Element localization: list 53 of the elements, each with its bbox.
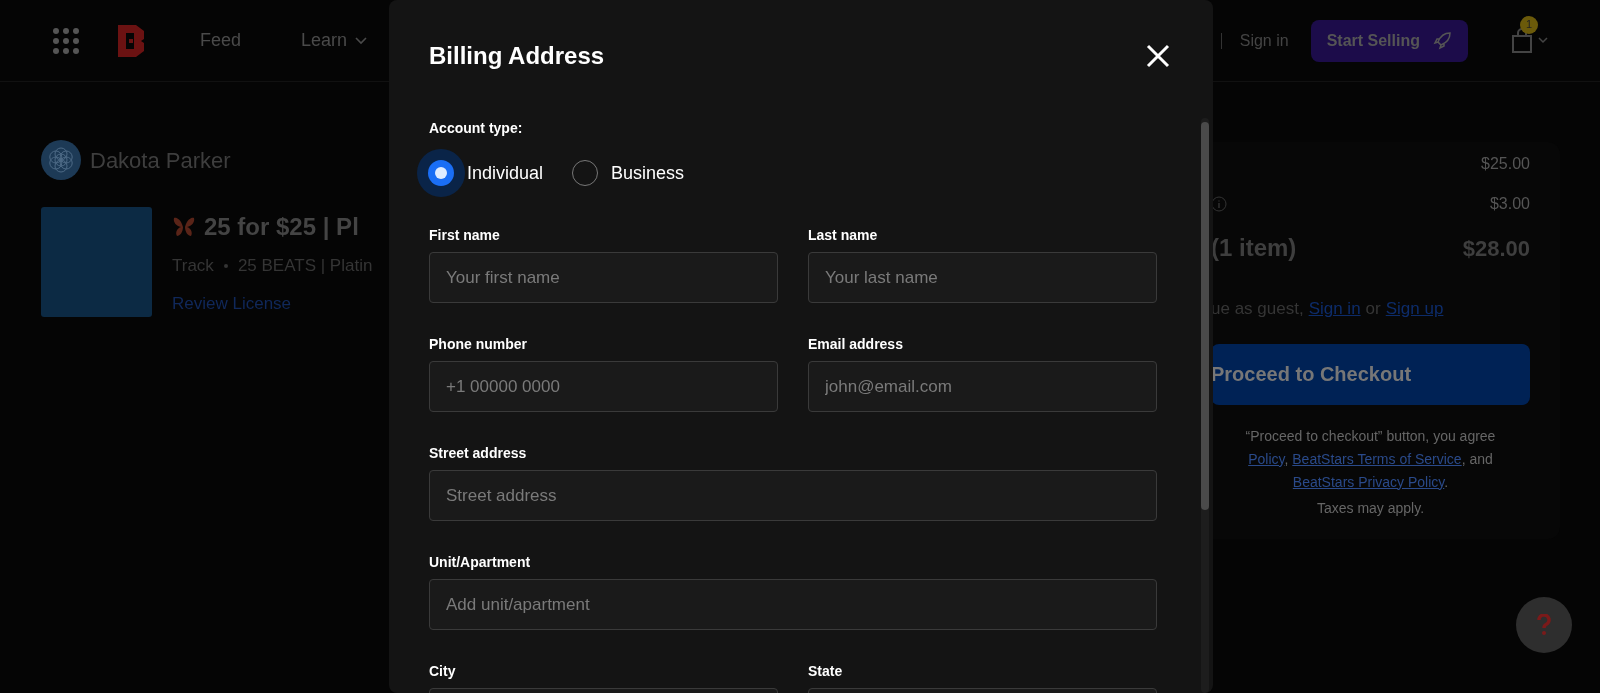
butterfly-icon <box>172 215 196 239</box>
field-label: Unit/Apartment <box>429 554 532 571</box>
nav-link[interactable]: Feed <box>200 27 242 54</box>
radio-button[interactable] <box>428 160 454 186</box>
field-label: Email address <box>808 336 904 353</box>
cart-button[interactable] <box>1510 27 1548 54</box>
avatar-icon <box>41 140 81 180</box>
start-selling-button[interactable]: Start Selling <box>1310 19 1468 62</box>
input-field[interactable]: +1 00000 0000 <box>429 361 778 412</box>
close-button[interactable] <box>1145 43 1171 69</box>
cart-count-badge: 1 <box>1520 15 1538 34</box>
grid-menu-icon[interactable] <box>52 26 80 55</box>
shopping-bag-icon <box>1510 27 1534 54</box>
legal-link[interactable]: Policy <box>1248 450 1285 467</box>
sign-in-link[interactable]: Sign in <box>1239 28 1289 53</box>
field-label: Phone number <box>429 336 528 353</box>
account-type-label: Account type: <box>429 119 524 138</box>
scrollbar-thumb[interactable] <box>1201 122 1209 510</box>
field-label: First name <box>429 227 501 244</box>
close-icon <box>1145 43 1171 69</box>
taxes-note: Taxes may apply. <box>1315 498 1426 518</box>
chevron-down-icon <box>355 36 368 45</box>
logo-icon[interactable] <box>118 24 144 57</box>
sign-up-link[interactable]: Sign up <box>1385 296 1444 322</box>
legal-text: “Proceed to checkout” button, you agree <box>1245 426 1496 446</box>
field-label: City <box>429 663 457 680</box>
input-field[interactable]: Your first name <box>429 252 778 303</box>
chevron-down-icon <box>1538 37 1548 44</box>
input-field[interactable]: Street address <box>429 470 1157 521</box>
input-field[interactable]: Your last name <box>808 252 1157 303</box>
field-label: Street address <box>429 445 528 462</box>
product-title: 25 for $25 | Pl <box>204 212 359 242</box>
rocket-icon <box>1432 30 1452 51</box>
radio-option[interactable]: Individual <box>417 149 544 197</box>
field-label: Last name <box>808 227 879 244</box>
modal-title: Billing Address <box>429 41 605 71</box>
checkout-button[interactable]: Proceed to Checkout <box>1211 343 1530 405</box>
question-mark-icon <box>1536 614 1552 636</box>
legal-text: Policy, BeatStars Terms of Service, and <box>1248 449 1493 469</box>
legal-text: BeatStars Privacy Policy. <box>1292 472 1449 492</box>
seller-name: Dakota Parker <box>90 146 231 175</box>
input-field[interactable]: Add unit/apartment <box>429 579 1157 630</box>
price-amount: $25.00 <box>1481 154 1530 174</box>
help-button[interactable] <box>1516 597 1572 653</box>
learn-menu[interactable]: Learn <box>301 27 368 54</box>
price-amount: $3.00 <box>1489 194 1530 214</box>
legal-link[interactable]: BeatStars Terms of Service <box>1292 450 1462 467</box>
radio-option[interactable]: Business <box>561 149 685 197</box>
sign-in-link[interactable]: Sign in <box>1308 296 1361 322</box>
field-label: State <box>808 663 844 680</box>
input-field[interactable]: john@email.com <box>808 361 1157 412</box>
review-license-link[interactable]: Review License <box>172 290 373 316</box>
info-icon <box>1211 196 1227 212</box>
